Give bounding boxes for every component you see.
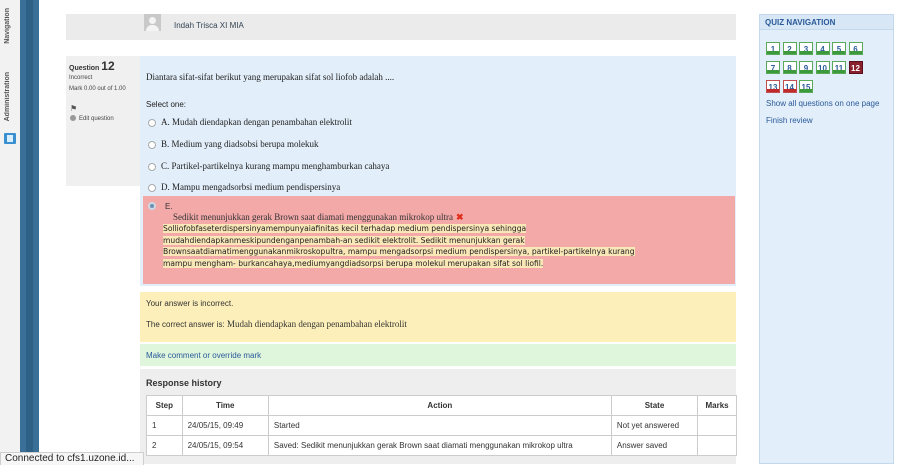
question-info: Question 12 Incorrect Mark 0.00 out of 1… xyxy=(66,56,140,186)
table-row: 1 24/05/15, 09:49 Started Not yet answer… xyxy=(146,415,737,436)
question-number: Question 12 xyxy=(69,59,115,73)
edit-question-link[interactable]: Edit question xyxy=(70,115,114,122)
quiz-nav-button-13[interactable]: 13 xyxy=(766,80,780,93)
selected-answer-title: Sedikit menunjukkan gerak Brown saat dia… xyxy=(173,212,463,223)
column-header: Marks xyxy=(697,395,737,416)
state-cell: Not yet answered xyxy=(610,415,699,436)
answer-letter: E. xyxy=(165,202,173,211)
column-header: Time xyxy=(181,395,269,416)
block-dock: Navigation Administration xyxy=(0,0,21,464)
flag-icon[interactable]: ⚑ xyxy=(70,104,77,113)
radio-button[interactable] xyxy=(148,119,156,127)
quiz-nav-button-6[interactable]: 6 xyxy=(848,42,863,55)
user-name-link[interactable]: Indah Trisca XI MIA xyxy=(174,21,244,30)
show-all-questions-link[interactable]: Show all questions on one page xyxy=(766,99,879,108)
quiz-nav-button-2[interactable]: 2 xyxy=(782,42,797,55)
gear-icon xyxy=(70,115,76,121)
question-state: Incorrect xyxy=(69,75,93,81)
time-cell: 24/05/15, 09:54 xyxy=(181,435,269,456)
dock-tab-administration[interactable]: Administration xyxy=(4,72,11,121)
action-cell: Saved: Sedikit menunjukkan gerak Brown s… xyxy=(267,435,612,456)
comment-box: Make comment or override mark xyxy=(140,344,736,366)
incorrect-icon: ✖ xyxy=(455,212,464,222)
question-feedback: Your answer is incorrect. The correct an… xyxy=(140,292,736,342)
avatar xyxy=(144,14,161,31)
time-cell: 24/05/15, 09:49 xyxy=(181,415,269,436)
answer-body-line: Brownsaatdiamatimenggunakanmikroskopultr… xyxy=(163,247,635,257)
radio-button[interactable] xyxy=(148,141,156,149)
response-history: Response history Step Time Action State … xyxy=(140,369,737,464)
user-info-bar xyxy=(66,14,736,40)
table-header-row: Step Time Action State Marks xyxy=(146,395,737,416)
browser-status-bar: Connected to cfs1.uzone.id... xyxy=(0,452,144,465)
question-grade: Mark 0.00 out of 1.00 xyxy=(69,86,126,92)
dock-tab-navigation[interactable]: Navigation xyxy=(4,8,11,44)
quiz-nav-button-1[interactable]: 1 xyxy=(766,42,780,55)
question-text: Diantara sifat-sifat berikut yang merupa… xyxy=(146,72,395,82)
answer-option-label: B. Medium yang diadsobsi berupa molekuk xyxy=(161,139,319,149)
finish-review-link[interactable]: Finish review xyxy=(766,116,813,125)
correct-answer-text: Mudah diendapkan dengan penambahan elekt… xyxy=(226,319,407,329)
correct-answer-feedback: The correct answer is: Mudah diendapkan … xyxy=(146,319,407,329)
selected-answer-body: Solliofobfaseterdispersinyamempunyaiafin… xyxy=(163,223,733,269)
quiz-nav-button-11[interactable]: 11 xyxy=(832,61,846,74)
marks-cell xyxy=(697,415,737,436)
answer-option[interactable]: C. Partikel-partikelnya kurang mampu men… xyxy=(148,161,389,171)
response-history-title: Response history xyxy=(146,378,222,388)
select-prompt: Select one: xyxy=(146,100,187,109)
answer-body-line: Solliofobfaseterdispersinyamempunyaiafin… xyxy=(163,224,527,233)
table-row: 2 24/05/15, 09:54 Saved: Sedikit menunju… xyxy=(146,435,737,456)
selected-answer-incorrect[interactable]: E. Sedikit menunjukkan gerak Brown saat … xyxy=(143,196,735,284)
quiz-nav-button-3[interactable]: 3 xyxy=(799,42,813,55)
radio-button[interactable] xyxy=(148,184,156,192)
radio-button[interactable] xyxy=(148,163,156,171)
history-table: Step Time Action State Marks 1 24/05/15,… xyxy=(146,395,737,456)
column-header: Step xyxy=(146,395,183,416)
correct-answer-prefix: The correct answer is: xyxy=(146,320,225,329)
step-cell: 2 xyxy=(146,435,183,456)
column-header: State xyxy=(610,395,699,416)
quiz-nav-button-7[interactable]: 7 xyxy=(766,61,780,74)
answer-option[interactable]: D. Mampu mengadsorbsi medium pendispersi… xyxy=(148,182,340,192)
question-number-value: 12 xyxy=(101,59,115,73)
incorrect-feedback: Your answer is incorrect. xyxy=(146,299,234,308)
step-cell: 1 xyxy=(146,415,183,436)
quiz-navigation-header: QUIZ NAVIGATION xyxy=(760,15,893,30)
quiz-navigation-title: QUIZ NAVIGATION xyxy=(765,18,836,27)
answer-body-line: mudahdiendapkanmeskipundenganpenambah-an… xyxy=(163,235,525,245)
answer-body-line: mampu mengham- burkancahaya,mediumyangdi… xyxy=(163,258,544,268)
quiz-nav-button-4[interactable]: 4 xyxy=(815,42,830,55)
radio-button-selected[interactable] xyxy=(148,202,156,210)
quiz-nav-button-12[interactable]: 12 xyxy=(848,61,863,74)
column-header: Action xyxy=(267,395,612,416)
answer-option-label: C. Partikel-partikelnya kurang mampu men… xyxy=(161,161,390,171)
quiz-nav-button-5[interactable]: 5 xyxy=(832,42,846,55)
quiz-nav-button-8[interactable]: 8 xyxy=(782,61,797,74)
edit-question-label: Edit question xyxy=(79,116,114,122)
answer-option-label: A. Mudah diendapkan dengan penambahan el… xyxy=(161,117,352,127)
answer-option[interactable]: A. Mudah diendapkan dengan penambahan el… xyxy=(148,117,352,127)
quiz-nav-button-9[interactable]: 9 xyxy=(799,61,813,74)
marks-cell xyxy=(697,435,737,456)
quiz-nav-button-14[interactable]: 14 xyxy=(782,80,797,93)
page-side-strip xyxy=(20,0,39,464)
question-label: Question xyxy=(69,65,100,72)
comment-override-link[interactable]: Make comment or override mark xyxy=(146,351,261,360)
dock-block-icon[interactable] xyxy=(4,133,16,144)
state-cell: Answer saved xyxy=(610,435,699,456)
quiz-nav-button-10[interactable]: 10 xyxy=(815,61,830,74)
selected-answer-text: Sedikit menunjukkan gerak Brown saat dia… xyxy=(173,212,453,222)
quiz-nav-button-15[interactable]: 15 xyxy=(799,80,813,93)
answer-option-label: D. Mampu mengadsorbsi medium pendispersi… xyxy=(161,182,341,192)
action-cell: Started xyxy=(267,415,612,436)
answer-option[interactable]: B. Medium yang diadsobsi berupa molekuk xyxy=(148,139,318,149)
